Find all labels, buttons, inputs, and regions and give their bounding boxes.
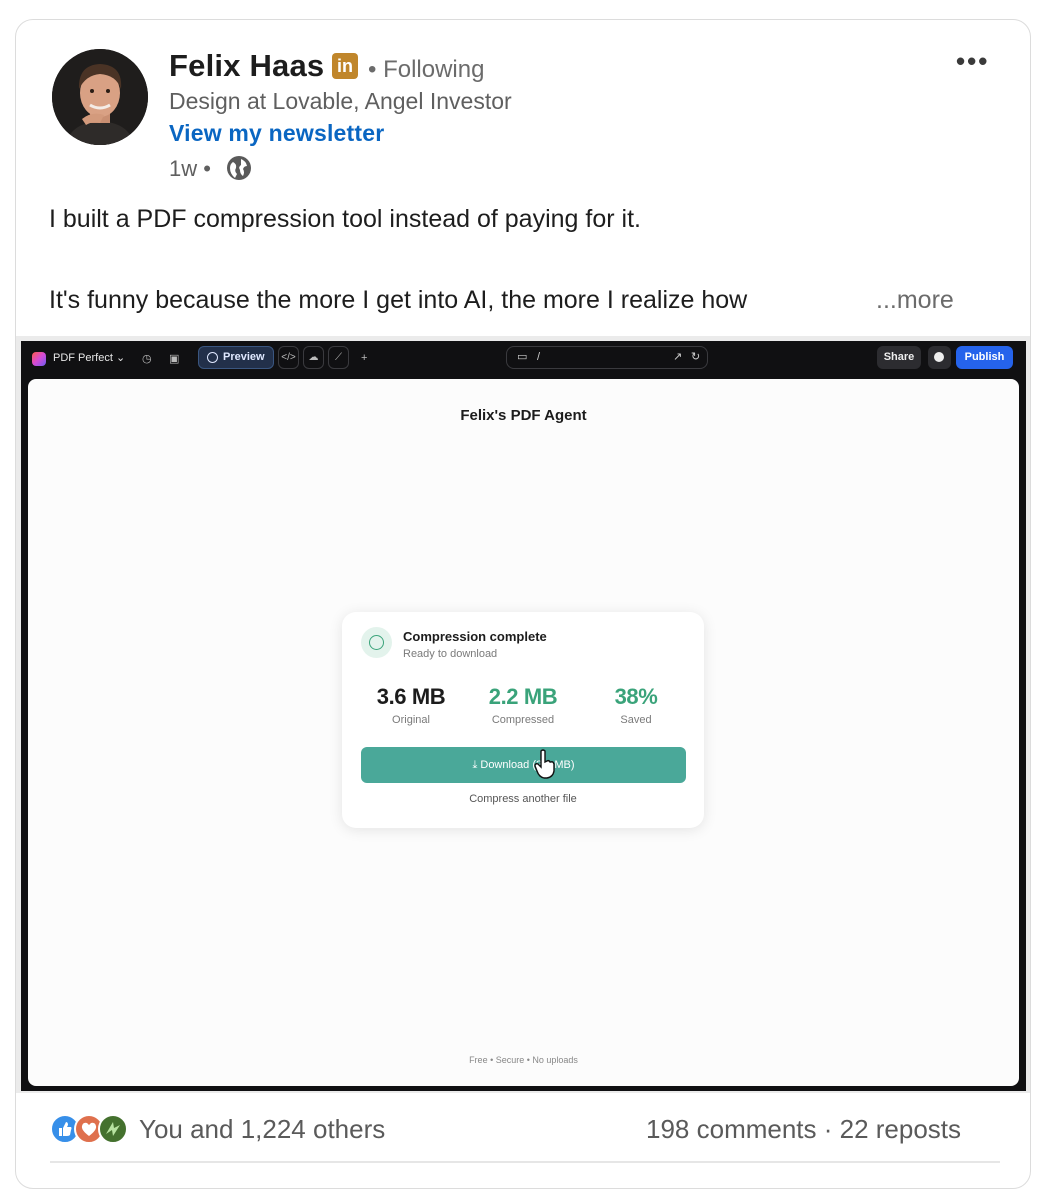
app-screenshot: PDF Perfect ⌄ ◷ ▣ Preview </> ☁ ⟋ + ▭ / …	[21, 341, 1026, 1091]
stat-saved-label: Saved	[620, 714, 652, 726]
stat-original-value: 3.6 MB	[376, 684, 446, 709]
result-subtitle: Ready to download	[403, 648, 498, 660]
analytics-icon: ⟋	[328, 346, 349, 369]
post-text-line-2: It's funny because the more I get into A…	[49, 286, 748, 314]
post-card: Felix Haas in • Following Design at Lova…	[15, 19, 1031, 1189]
app-logo-icon	[32, 352, 46, 366]
stat-original-label: Original	[392, 714, 430, 726]
author-avatar[interactable]	[52, 49, 148, 145]
linkedin-premium-icon: in	[332, 53, 358, 79]
preview-globe-icon	[207, 352, 218, 363]
history-icon: ◷	[142, 353, 152, 365]
view-newsletter-link[interactable]: View my newsletter	[169, 120, 384, 147]
download-button: ⤓ Download (2.2 MB)	[361, 747, 686, 783]
result-title: Compression complete	[403, 629, 547, 644]
refresh-icon: ↻	[691, 351, 701, 363]
stat-compressed-value: 2.2 MB	[488, 684, 558, 709]
author-name[interactable]: Felix Haas	[169, 48, 324, 84]
hand-cursor-icon	[534, 749, 555, 779]
code-icon: </>	[278, 346, 299, 369]
globe-icon	[227, 156, 251, 180]
divider	[50, 1161, 1000, 1163]
device-icon: ▭	[517, 351, 528, 363]
project-name: PDF Perfect ⌄	[53, 352, 126, 364]
page-title: Felix's PDF Agent	[460, 407, 587, 424]
share-button: Share	[877, 346, 921, 369]
compress-another-link: Compress another file	[469, 793, 577, 805]
add-icon: +	[361, 352, 368, 364]
following-status[interactable]: • Following	[368, 56, 484, 84]
post-media[interactable]: PDF Perfect ⌄ ◷ ▣ Preview </> ☁ ⟋ + ▭ / …	[16, 336, 1030, 1093]
compression-result-card: Compression complete Ready to download 3…	[342, 612, 704, 828]
cloud-icon: ☁	[303, 346, 324, 369]
stat-compressed-label: Compressed	[491, 714, 555, 726]
engagement-count[interactable]: 198 comments · 22 reposts	[646, 1114, 961, 1145]
open-external-icon: ↗	[673, 351, 683, 363]
avatar-photo	[52, 49, 148, 145]
page-footer-note: Free • Secure • No uploads	[469, 1055, 578, 1065]
see-more-link[interactable]: ...more	[876, 286, 954, 315]
editor-toolbar: PDF Perfect ⌄ ◷ ▣ Preview </> ☁ ⟋ + ▭ / …	[21, 341, 1026, 377]
stat-saved-value: 38%	[614, 684, 658, 709]
celebrate-reaction-icon	[98, 1114, 128, 1144]
github-icon	[928, 346, 951, 369]
author-headline: Design at Lovable, Angel Investor	[169, 88, 512, 114]
check-circle-icon	[361, 627, 392, 658]
reactions-count[interactable]: You and 1,224 others	[139, 1114, 385, 1145]
sidebar-icon: ▣	[169, 353, 180, 365]
publish-button: Publish	[956, 346, 1013, 369]
url-bar: ▭ / ↗ ↻	[506, 346, 708, 369]
post-time: 1w •	[169, 156, 211, 181]
preview-tab: Preview	[198, 346, 274, 369]
post-text-line-1: I built a PDF compression tool instead o…	[49, 205, 641, 233]
preview-page: Felix's PDF Agent Compression complete R…	[28, 379, 1019, 1086]
reaction-icons[interactable]	[50, 1114, 130, 1146]
more-options-icon[interactable]: •••	[956, 46, 989, 77]
